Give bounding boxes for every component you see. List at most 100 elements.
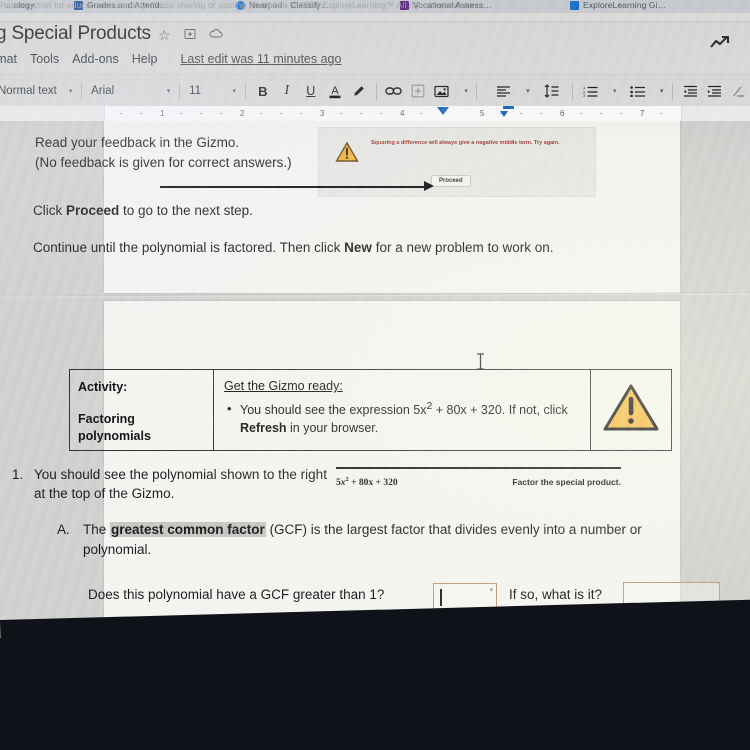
insert-link-icon[interactable] bbox=[382, 80, 406, 102]
click-proceed-post: to go to the next step. bbox=[119, 202, 253, 218]
ruler-tick: 7 bbox=[640, 109, 645, 118]
activity-table-col-instructions: Get the Gizmo ready: You should see the … bbox=[214, 370, 591, 450]
bulleted-list-button[interactable] bbox=[625, 80, 649, 102]
menu-item-help[interactable]: Help bbox=[132, 52, 158, 66]
move-to-folder-icon[interactable] bbox=[184, 28, 196, 42]
dropdown-text-caret bbox=[440, 589, 442, 606]
menu-item-addons[interactable]: Add-ons bbox=[72, 52, 119, 66]
numbered-list-caret-icon[interactable]: ▾ bbox=[602, 80, 619, 102]
polynomial-expression: 5x2 + 80x + 320 bbox=[336, 476, 398, 488]
screen-photo: ...ology Grades and Attend… Nearpod - Cl… bbox=[0, 0, 750, 750]
left-indent-marker[interactable] bbox=[437, 107, 449, 115]
toolbar-divider bbox=[244, 82, 246, 100]
gizmo-expression-panel: 5x2 + 80x + 320 Factor the special produ… bbox=[336, 467, 621, 488]
ruler-tick: 4 bbox=[400, 109, 405, 118]
ruler-tick: 6 bbox=[560, 109, 565, 118]
warning-triangle-icon bbox=[335, 141, 359, 168]
bold-button[interactable]: B bbox=[251, 80, 275, 102]
font-family-dropdown[interactable]: Arial ▾ bbox=[87, 80, 174, 102]
question-1-number: 1. bbox=[12, 467, 24, 482]
question-1a: A. The greatest common factor (GCF) is t… bbox=[57, 520, 682, 559]
document-content: Read your feedback in the Gizmo. (No fee… bbox=[0, 0, 750, 636]
gizmo-proceed-button[interactable]: Proceed bbox=[431, 175, 471, 187]
bulleted-list-caret-icon[interactable]: ▾ bbox=[649, 80, 666, 102]
bullet-post: in your browser. bbox=[286, 420, 379, 435]
insert-image-icon[interactable] bbox=[430, 80, 454, 102]
gcf-followup-text: If so, what is it? bbox=[509, 587, 603, 602]
toolbar-divider bbox=[375, 82, 377, 100]
annotation-arrow-line bbox=[160, 186, 428, 188]
activity-table: Activity: Factoring polynomials Get the … bbox=[69, 369, 672, 451]
toolbar-divider bbox=[475, 82, 477, 100]
first-line-indent-marker[interactable] bbox=[500, 111, 508, 117]
chevron-down-icon: ▾ bbox=[68, 88, 73, 95]
gizmo-panel-rule bbox=[336, 467, 621, 469]
svg-text:A: A bbox=[331, 85, 339, 97]
paragraph-style-dropdown[interactable]: Normal text ▾ bbox=[0, 80, 76, 102]
highlight-color-button[interactable] bbox=[347, 80, 371, 102]
cloud-saved-icon[interactable] bbox=[209, 28, 223, 41]
continue-post: for a new problem to work on. bbox=[371, 239, 554, 255]
last-edit-status[interactable]: Last edit was 11 minutes ago bbox=[180, 52, 341, 66]
browser-window: ...ology Grades and Attend… Nearpod - Cl… bbox=[0, 0, 750, 638]
gcf-highlighted-term: greatest common factor bbox=[110, 522, 266, 537]
new-bold: New bbox=[344, 239, 372, 255]
gizmo-feedback-message: Squaring a difference will always give a… bbox=[371, 140, 560, 146]
clear-formatting-button[interactable] bbox=[726, 80, 750, 102]
toolbar-divider bbox=[81, 82, 83, 100]
proceed-bold: Proceed bbox=[66, 202, 120, 218]
screen-bezel-bottom-fill bbox=[0, 648, 750, 750]
question-1a-label: A. bbox=[57, 522, 70, 537]
docs-menu-bar[interactable]: rmat Tools Add-ons Help Last edit was 11… bbox=[0, 48, 750, 73]
chevron-down-icon: ▾ bbox=[489, 587, 493, 594]
activity-subject: Factoring polynomials bbox=[78, 412, 151, 443]
continue-instruction: Continue until the polynomial is factore… bbox=[33, 218, 554, 257]
increase-indent-button[interactable] bbox=[702, 80, 726, 102]
bullet-pre: You should see the expression 5x bbox=[240, 403, 427, 418]
line-spacing-button[interactable] bbox=[540, 80, 564, 102]
svg-text:3: 3 bbox=[583, 93, 586, 97]
get-gizmo-ready-heading: Get the Gizmo ready: bbox=[224, 379, 343, 393]
activity-table-col-activity: Activity: Factoring polynomials bbox=[70, 370, 214, 450]
font-family-value: Arial bbox=[91, 85, 115, 97]
activity-table-col-icon bbox=[591, 370, 671, 450]
align-button[interactable] bbox=[491, 80, 515, 102]
click-proceed-pre: Click bbox=[33, 202, 66, 218]
docs-title-bar: g Special Products ☆ bbox=[0, 22, 750, 48]
question-1-text: You should see the polynomial shown to t… bbox=[34, 467, 327, 502]
document-title[interactable]: g Special Products bbox=[0, 23, 151, 45]
right-indent-marker[interactable] bbox=[503, 106, 514, 109]
gizmo-ready-bullet: You should see the expression 5x2 + 80x … bbox=[227, 400, 580, 438]
star-icon[interactable]: ☆ bbox=[158, 28, 171, 42]
continue-pre: Continue until the polynomial is factore… bbox=[33, 239, 345, 255]
ruler-tick: 3 bbox=[320, 109, 325, 118]
text-color-button[interactable]: A bbox=[323, 80, 347, 102]
insert-image-caret-icon[interactable]: ▾ bbox=[454, 80, 471, 102]
decrease-indent-button[interactable] bbox=[678, 80, 702, 102]
expr-remainder: + 80x + 320 bbox=[348, 477, 398, 488]
add-comment-icon[interactable] bbox=[406, 80, 430, 102]
qa-pre: The bbox=[83, 522, 111, 537]
feedback-instruction: Read your feedback in the Gizmo. (No fee… bbox=[35, 135, 292, 170]
chevron-down-icon: ▾ bbox=[166, 88, 171, 95]
toolbar-divider bbox=[179, 82, 181, 100]
tab-strip-divider bbox=[0, 13, 750, 22]
numbered-list-button[interactable]: 1 2 3 bbox=[578, 80, 602, 102]
ruler-tick: 2 bbox=[240, 109, 245, 118]
docs-ruler[interactable]: 1 2 3 4 5 6 7 bbox=[0, 106, 750, 121]
chevron-down-icon: ▾ bbox=[232, 88, 236, 95]
text-cursor-ibeam bbox=[476, 353, 485, 370]
align-caret-icon[interactable]: ▾ bbox=[515, 80, 532, 102]
italic-button[interactable]: I bbox=[275, 80, 299, 102]
question-1a-text: The greatest common factor (GCF) is the … bbox=[83, 520, 682, 559]
ruler-tick: 5 bbox=[480, 109, 485, 118]
menu-item-tools[interactable]: Tools bbox=[30, 52, 59, 66]
docs-toolbar[interactable]: Normal text ▾ Arial ▾ 11 ▾ B I U A ▾ ▾ 1… bbox=[0, 76, 750, 106]
activity-label: Activity: bbox=[78, 380, 128, 394]
toolbar-divider bbox=[672, 82, 674, 100]
underline-button[interactable]: U bbox=[299, 80, 323, 102]
font-size-dropdown[interactable]: 11 ▾ bbox=[185, 80, 240, 102]
font-size-value: 11 bbox=[189, 85, 202, 97]
annotation-arrow-head bbox=[424, 181, 434, 191]
menu-item-format[interactable]: rmat bbox=[0, 52, 17, 66]
